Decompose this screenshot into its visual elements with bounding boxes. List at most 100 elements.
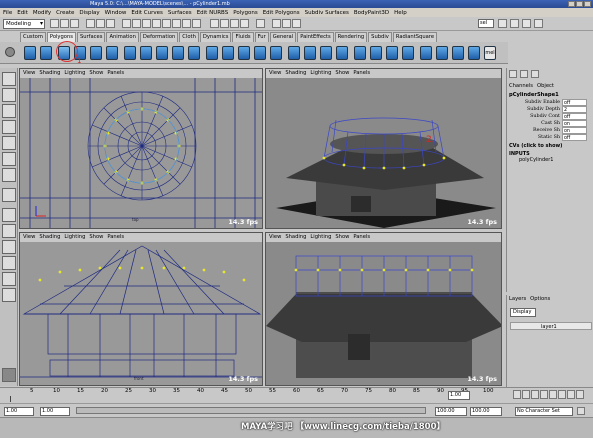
four-view-layout-icon[interactable] [2,224,16,238]
toggle-attribute-editor-icon[interactable] [498,19,507,28]
mask-handles-icon[interactable] [122,19,131,28]
layer-row[interactable]: layer1 [510,322,592,330]
toggle-layer-editor-icon[interactable] [534,19,543,28]
vp-menu-lighting[interactable]: Lighting [310,69,331,78]
scale-tool-icon[interactable] [2,136,16,150]
menu-subdiv-surfaces[interactable]: Subdiv Surfaces [305,10,349,16]
vp-menu-show[interactable]: Show [89,69,103,78]
shelf-tab-polygons[interactable]: Polygons [46,32,76,42]
tab-channels[interactable]: Channels [509,83,533,89]
tab-layers[interactable]: Layers [509,296,526,302]
viewport-top[interactable]: View Shading Lighting Show Panels top 14… [19,68,263,229]
start-time-field[interactable]: 1.00 [4,407,34,416]
tab-object[interactable]: Object [537,83,554,89]
snap-view-icon[interactable] [240,19,249,28]
shelf-tab-general[interactable]: General [269,32,297,42]
channel-toggle-icon[interactable] [509,70,517,78]
select-component-icon[interactable] [106,19,115,28]
cut-faces-icon[interactable] [270,46,282,60]
menu-surfaces[interactable]: Surfaces [168,10,192,16]
input-node[interactable]: polyCylinder1 [507,157,593,163]
vp-menu-shading[interactable]: Shading [285,69,306,78]
cvs-label[interactable]: CVs (click to show) [507,141,593,149]
select-object-icon[interactable] [96,19,105,28]
mask-surfaces-icon[interactable] [152,19,161,28]
step-forward-frame-icon[interactable] [558,390,566,399]
history-icon[interactable] [256,19,265,28]
lasso-tool-icon[interactable] [2,88,16,102]
poly-torus-icon[interactable] [106,46,118,60]
vp-menu-show[interactable]: Show [335,233,349,242]
collapse-icon[interactable] [304,46,316,60]
minimize-button[interactable] [568,1,575,7]
split-polygon-icon[interactable] [254,46,266,60]
vp-menu-show[interactable]: Show [89,233,103,242]
persp-graph-layout-icon[interactable] [2,256,16,270]
poly-sphere-icon[interactable] [24,46,36,60]
step-forward-key-icon[interactable] [567,390,575,399]
play-backwards-icon[interactable] [540,390,548,399]
shelf-menu-icon[interactable] [5,47,15,57]
new-scene-icon[interactable] [50,19,59,28]
menu-edit-curves[interactable]: Edit Curves [131,10,163,16]
menu-bodypaint[interactable]: BodyPaint3D [354,10,389,16]
menu-edit[interactable]: Edit [17,10,28,16]
menu-create[interactable]: Create [56,10,74,16]
close-button[interactable] [584,1,591,7]
shelf-tab-subdiv[interactable]: Subdiv [368,32,392,42]
shelf-tab-painteffects[interactable]: PaintEffects [297,32,334,42]
render-globals-icon[interactable] [292,19,301,28]
attr-value[interactable]: on [562,120,587,127]
create-polygon-icon[interactable] [370,46,382,60]
auto-key-icon[interactable] [577,407,585,415]
cylindrical-map-icon[interactable] [452,46,464,60]
end-time-field[interactable]: 100.00 [470,407,502,416]
character-set-dropdown[interactable]: No Character Set [515,407,573,416]
vp-menu-lighting[interactable]: Lighting [64,69,85,78]
range-bar[interactable] [76,407,426,414]
menu-help[interactable]: Help [394,10,407,16]
menu-modify[interactable]: Modify [33,10,51,16]
open-scene-icon[interactable] [60,19,69,28]
extrude-edge-icon[interactable] [222,46,234,60]
vp-menu-show[interactable]: Show [335,69,349,78]
extrude-face-icon[interactable] [206,46,218,60]
attr-value[interactable]: off [562,99,587,106]
move-tool-icon[interactable] [2,104,16,118]
delete-edge-icon[interactable] [320,46,332,60]
planar-map-icon[interactable] [436,46,448,60]
mirror-icon[interactable] [386,46,398,60]
snap-grid-icon[interactable] [210,19,219,28]
mask-rendering-icon[interactable] [182,19,191,28]
step-back-key-icon[interactable] [522,390,530,399]
menu-edit-polygons[interactable]: Edit Polygons [263,10,300,16]
side-by-side-layout-icon[interactable] [2,240,16,254]
render-icon[interactable] [272,19,281,28]
attr-value[interactable]: on [562,127,587,134]
reduce-icon[interactable] [402,46,414,60]
uv-editor-icon[interactable] [420,46,432,60]
layer-toggle-icon[interactable] [520,70,528,78]
shelf-tab-fur[interactable]: Fur [254,32,269,42]
select-hierarchy-icon[interactable] [86,19,95,28]
current-time-field[interactable]: 1.00 [448,391,470,400]
vp-menu-view[interactable]: View [269,233,281,242]
combine-icon[interactable] [124,46,136,60]
vp-menu-shading[interactable]: Shading [285,233,306,242]
poly-plane-icon[interactable] [90,46,102,60]
normals-icon[interactable] [468,46,480,60]
layer-type-dropdown[interactable]: Display [510,308,536,317]
mode-dropdown[interactable]: Modeling [3,19,45,29]
attr-value[interactable]: 2 [562,106,587,113]
vp-menu-panels[interactable]: Panels [107,69,124,78]
mask-joints-icon[interactable] [132,19,141,28]
outliner-layout-icon[interactable] [2,288,16,302]
shelf-tab-dynamics[interactable]: Dynamics [199,32,232,42]
separate-icon[interactable] [140,46,152,60]
mask-misc-icon[interactable] [192,19,201,28]
append-polygon-icon[interactable] [354,46,366,60]
select-by-name-field[interactable]: sel [478,19,494,28]
vp-menu-panels[interactable]: Panels [353,69,370,78]
smooth-icon[interactable] [172,46,184,60]
vp-menu-lighting[interactable]: Lighting [64,233,85,242]
